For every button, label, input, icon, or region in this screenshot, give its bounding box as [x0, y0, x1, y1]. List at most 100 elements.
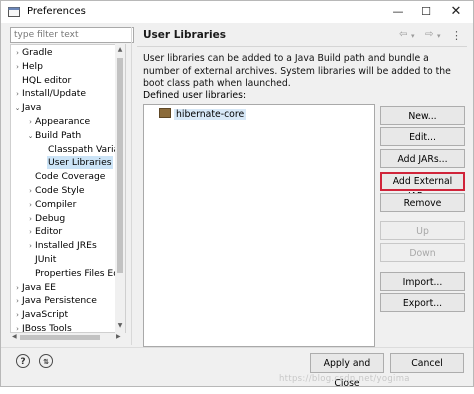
add-external-jars-button[interactable]: Add External JARs... [380, 172, 465, 202]
collapsed-chevron-icon[interactable]: › [13, 88, 22, 101]
collapsed-chevron-icon[interactable]: › [13, 282, 22, 295]
tree-item-label: Java [22, 102, 42, 114]
footer-divider [1, 347, 473, 348]
add-jars-button[interactable]: Add JARs... [380, 149, 465, 168]
collapsed-chevron-icon[interactable]: › [13, 323, 22, 332]
help-icon[interactable]: ? [16, 354, 30, 368]
tree-item-label: Java EE [22, 281, 56, 293]
forward-icon[interactable]: ⇨ [425, 29, 433, 40]
back-menu-icon[interactable]: ▾ [411, 32, 415, 40]
tree-item-label: Build Path [35, 129, 82, 141]
tree-item-label: User Libraries [47, 156, 113, 170]
maximize-icon[interactable]: ☐ [411, 1, 441, 23]
collapsed-chevron-icon[interactable]: › [13, 295, 22, 308]
title-bar: Preferences — ☐ ✕ [1, 1, 473, 23]
scroll-down-icon[interactable]: ▼ [116, 322, 124, 329]
collapsed-chevron-icon[interactable]: › [13, 61, 22, 74]
tree-item[interactable]: › Editor [26, 225, 62, 238]
scroll-left-icon[interactable]: ◀ [12, 333, 17, 340]
close-icon[interactable]: ✕ [441, 1, 471, 23]
preference-tree[interactable]: › Gradle › Help HQL editor › Install/Update ⌄ Ja… [10, 44, 126, 333]
tree-item[interactable]: › Debug [26, 212, 65, 225]
preferences-app-icon [8, 7, 20, 17]
tree-item-label: Code Coverage [35, 171, 106, 183]
edit-button[interactable]: Edit... [380, 127, 465, 146]
tree-item[interactable]: ⌄ Java [13, 101, 42, 115]
tree-item[interactable]: Properties Files Ed [26, 267, 119, 280]
defined-libraries-label: Defined user libraries: [143, 90, 247, 101]
tree-item[interactable]: Classpath Varia [39, 143, 119, 156]
scroll-right-icon[interactable]: ▶ [116, 333, 121, 340]
tree-item-label: Install/Update [22, 88, 87, 100]
tree-item-label: Gradle [22, 47, 53, 58]
filter-input[interactable]: type filter text [10, 27, 134, 43]
export-button[interactable]: Export... [380, 293, 465, 312]
header-divider [137, 46, 467, 47]
tree-item[interactable]: › Java EE [13, 281, 56, 294]
tree-item[interactable]: › JavaScript [13, 308, 68, 321]
tree-item[interactable]: Code Coverage [26, 170, 105, 183]
user-libraries-list[interactable]: hibernate-core [143, 104, 375, 347]
tree-item-label: JavaScript [22, 309, 69, 321]
tree-item-label: Java Persistence [22, 295, 97, 307]
tree-item-label: Compiler [35, 198, 77, 210]
collapsed-chevron-icon[interactable]: › [13, 47, 22, 60]
library-icon [159, 108, 171, 118]
collapsed-chevron-icon[interactable]: › [26, 226, 35, 239]
down-button[interactable]: Down [380, 243, 465, 262]
tree-item-label: Debug [35, 212, 66, 224]
hscroll-thumb[interactable] [20, 335, 100, 340]
watermark: https://blog.csdn.net/yogima [279, 374, 410, 384]
remove-button[interactable]: Remove [380, 193, 465, 212]
tree-item[interactable]: › Compiler [26, 198, 76, 211]
tree-vertical-scrollbar[interactable]: ▲ ▼ [115, 44, 125, 333]
tree-item[interactable]: JUnit [26, 253, 56, 266]
import-button[interactable]: Import... [380, 272, 465, 291]
tree-item[interactable]: › Java Persistence [13, 294, 97, 307]
tree-item-label: Editor [35, 226, 63, 238]
tree-horizontal-scrollbar[interactable]: ◀ ▶ [10, 333, 125, 342]
tree-item-label: Properties Files Ed [35, 267, 120, 279]
tree-item[interactable]: › Help [13, 60, 43, 73]
scroll-thumb[interactable] [117, 58, 123, 273]
tree-item[interactable]: › Install/Update [13, 87, 86, 100]
forward-menu-icon[interactable]: ▾ [437, 32, 441, 40]
back-icon[interactable]: ⇦ [399, 29, 407, 40]
scroll-up-icon[interactable]: ▲ [116, 46, 124, 53]
tree-item[interactable]: User Libraries [39, 156, 113, 170]
tree-item-label: JBoss Tools [22, 323, 72, 333]
collapsed-chevron-icon[interactable]: › [26, 213, 35, 226]
collapsed-chevron-icon[interactable]: › [26, 185, 35, 198]
library-label: hibernate-core [174, 109, 247, 120]
new-button[interactable]: New... [380, 106, 465, 125]
expanded-chevron-icon[interactable]: ⌄ [13, 102, 22, 115]
panel-divider[interactable] [131, 27, 132, 345]
up-button[interactable]: Up [380, 221, 465, 240]
tree-item[interactable]: › Appearance [26, 115, 90, 128]
collapsed-chevron-icon[interactable]: › [26, 199, 35, 212]
tree-item[interactable]: › Installed JREs [26, 239, 97, 252]
page-title: User Libraries [143, 29, 226, 41]
collapsed-chevron-icon[interactable]: › [26, 240, 35, 253]
tree-item-label: HQL editor [22, 74, 72, 86]
apply-and-close-button[interactable]: Apply and Close [310, 353, 384, 389]
tree-item[interactable]: HQL editor [13, 74, 71, 87]
tree-item[interactable]: › JBoss Tools [13, 322, 72, 333]
page-description: User libraries can be added to a Java Bu… [143, 53, 451, 89]
collapsed-chevron-icon[interactable]: › [13, 309, 22, 322]
cancel-button[interactable]: Cancel [390, 353, 464, 373]
tree-item-label: Help [22, 60, 43, 72]
tree-item[interactable]: ⌄ Build Path [26, 129, 82, 143]
window-title: Preferences [27, 6, 86, 17]
minimize-icon[interactable]: — [383, 1, 413, 23]
tree-item-label: Appearance [35, 116, 91, 127]
view-menu-icon[interactable]: ⋮ [451, 29, 462, 42]
tree-item[interactable]: › Code Style [26, 184, 84, 198]
list-item[interactable]: hibernate-core [159, 108, 247, 121]
expanded-chevron-icon[interactable]: ⌄ [26, 130, 35, 143]
collapsed-chevron-icon[interactable]: › [26, 116, 35, 129]
import-export-preferences-icon[interactable]: ⇅ [39, 354, 53, 368]
tree-item[interactable]: › Gradle [13, 46, 53, 60]
preferences-window: Preferences — ☐ ✕ type filter text › Grad… [0, 0, 474, 389]
tree-item-label: Installed JREs [35, 240, 97, 252]
